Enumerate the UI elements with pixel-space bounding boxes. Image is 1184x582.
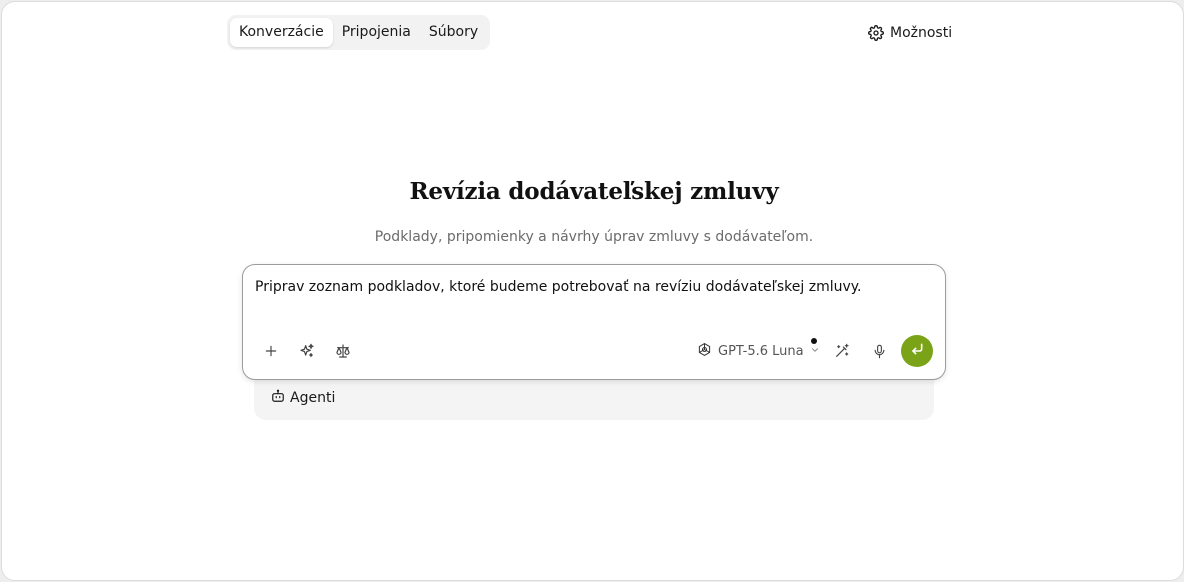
options-label: Možnosti — [890, 25, 953, 41]
plus-icon — [264, 344, 278, 358]
tab-subory[interactable]: Súbory — [420, 18, 487, 47]
gear-icon — [868, 25, 884, 41]
microphone-button[interactable] — [865, 337, 893, 365]
chevron-down-icon — [810, 344, 820, 359]
robot-icon — [271, 389, 285, 407]
magic-wand-button[interactable] — [828, 337, 856, 365]
tab-konverzacie[interactable]: Konverzácie — [230, 18, 333, 47]
page-subtitle: Podklady, pripomienky a návrhy úprav zml… — [374, 229, 814, 245]
send-button[interactable] — [901, 335, 933, 367]
agents-button[interactable]: Agenti — [271, 389, 335, 407]
page-title: Revízia dodávateľskej zmluvy — [409, 178, 779, 205]
add-attachment-button[interactable] — [257, 337, 285, 365]
status-dot — [811, 338, 817, 344]
sparkle-button[interactable] — [293, 337, 321, 365]
model-label: GPT-5.6 Luna — [718, 343, 804, 359]
model-selector[interactable]: GPT-5.6 Luna — [697, 341, 820, 361]
options-button[interactable]: Možnosti — [868, 22, 952, 44]
sparkle-icon — [299, 343, 315, 359]
top-tab-bar: Konverzácie Pripojenia Súbory — [227, 15, 491, 50]
chat-composer: Priprav zoznam podkladov, ktoré budeme p… — [242, 264, 946, 380]
tab-pripojenia[interactable]: Pripojenia — [333, 18, 420, 47]
scale-icon — [335, 343, 351, 359]
scale-button[interactable] — [329, 337, 357, 365]
openai-icon — [697, 342, 712, 361]
agents-label: Agenti — [290, 390, 336, 406]
magic-wand-icon — [834, 343, 850, 359]
app-window: Konverzácie Pripojenia Súbory Možnosti R… — [1, 1, 1184, 581]
agents-tray: Agenti — [254, 374, 934, 420]
microphone-icon — [872, 344, 887, 359]
enter-arrow-icon — [909, 341, 925, 361]
prompt-input[interactable]: Priprav zoznam podkladov, ktoré budeme p… — [255, 278, 925, 296]
